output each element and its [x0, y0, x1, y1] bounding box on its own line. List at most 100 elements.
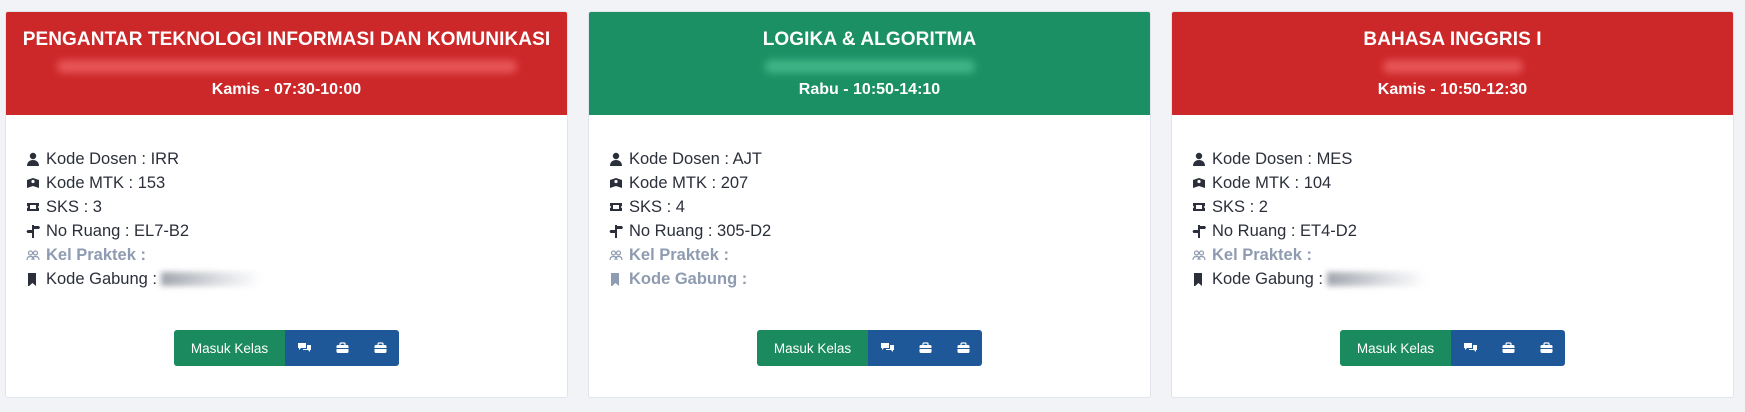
ticket-icon: [1192, 200, 1206, 214]
room: No Ruang : 305-D2: [629, 221, 772, 240]
room-row: No Ruang : 305-D2: [609, 219, 1150, 243]
credits: SKS : 2: [1212, 197, 1268, 216]
briefcase-icon: [1502, 342, 1515, 353]
lecturer-code: Kode Dosen : IRR: [46, 149, 179, 168]
signpost-icon: [609, 224, 623, 238]
users-icon: [26, 248, 40, 262]
course-code-row: Kode MTK : 207: [609, 171, 1150, 195]
attendance-button[interactable]: [1527, 330, 1566, 366]
enter-class-button[interactable]: Masuk Kelas: [173, 330, 286, 366]
course-code: Kode MTK : 207: [629, 173, 749, 192]
users-icon: [1192, 248, 1206, 262]
credits-row: SKS : 2: [1192, 195, 1733, 219]
course-code-row: Kode MTK : 104: [1192, 171, 1733, 195]
discussion-button[interactable]: [1451, 330, 1490, 366]
briefcase-icon: [919, 342, 932, 353]
card-actions: Masuk Kelas: [6, 330, 567, 366]
course-card: LOGIKA & ALGORITMA Rabu - 10:50-14:10 Ko…: [588, 11, 1151, 398]
briefcase-icon: [374, 342, 387, 353]
credits-row: SKS : 4: [609, 195, 1150, 219]
merge-code-row: Kode Gabung :: [26, 267, 567, 291]
merge-code-row: Kode Gabung :: [609, 267, 1150, 291]
bookmark-icon: [609, 272, 623, 286]
signpost-icon: [1192, 224, 1206, 238]
book-icon: [1192, 176, 1206, 190]
assignment-button[interactable]: [323, 330, 362, 366]
practicum-row: Kel Praktek :: [1192, 243, 1733, 267]
assignment-button[interactable]: [1489, 330, 1528, 366]
course-card: BAHASA INGGRIS I Kamis - 10:50-12:30 Kod…: [1171, 11, 1734, 398]
enter-class-button[interactable]: Masuk Kelas: [1339, 330, 1452, 366]
course-card: PENGANTAR TEKNOLOGI INFORMASI DAN KOMUNI…: [5, 11, 568, 398]
practicum-group: Kel Praktek :: [46, 245, 146, 264]
course-schedule: Kamis - 07:30-10:00: [211, 81, 362, 98]
room: No Ruang : EL7-B2: [46, 221, 190, 240]
briefcase-icon: [336, 342, 349, 353]
course-schedule: Kamis - 10:50-12:30: [1377, 81, 1528, 98]
ticket-icon: [26, 200, 40, 214]
course-schedule: Rabu - 10:50-14:10: [798, 81, 941, 98]
user-icon: [1192, 152, 1206, 166]
room-row: No Ruang : ET4-D2: [1192, 219, 1733, 243]
course-title: LOGIKA & ALGORITMA: [762, 29, 977, 50]
credits-row: SKS : 3: [26, 195, 567, 219]
practicum-row: Kel Praktek :: [609, 243, 1150, 267]
card-actions: Masuk Kelas: [1172, 330, 1733, 366]
lecturer-row: Kode Dosen : IRR: [26, 147, 567, 171]
signpost-icon: [26, 224, 40, 238]
button-group: Masuk Kelas: [756, 330, 983, 366]
book-icon: [26, 176, 40, 190]
course-card-header: LOGIKA & ALGORITMA Rabu - 10:50-14:10: [589, 12, 1150, 115]
assignment-button[interactable]: [906, 330, 945, 366]
button-group: Masuk Kelas: [1339, 330, 1566, 366]
redacted-text: [56, 60, 517, 73]
attendance-button[interactable]: [361, 330, 400, 366]
practicum-group: Kel Praktek :: [1212, 245, 1312, 264]
merge-code: Kode Gabung :: [46, 269, 158, 288]
briefcase-icon: [1540, 342, 1553, 353]
course-title: BAHASA INGGRIS I: [1363, 29, 1542, 50]
user-icon: [609, 152, 623, 166]
course-info: Kode Dosen : AJT Kode MTK : 207 SKS : 4 …: [589, 115, 1150, 291]
lecturer-code: Kode Dosen : MES: [1212, 149, 1353, 168]
redacted-text: [1327, 272, 1428, 286]
redacted-text: [764, 60, 975, 73]
bookmark-icon: [26, 272, 40, 286]
comments-icon: [880, 343, 894, 352]
merge-code: Kode Gabung :: [1212, 269, 1324, 288]
redacted-text: [1382, 60, 1523, 73]
briefcase-icon: [957, 342, 970, 353]
comments-icon: [297, 343, 311, 352]
practicum-row: Kel Praktek :: [26, 243, 567, 267]
course-card-row: PENGANTAR TEKNOLOGI INFORMASI DAN KOMUNI…: [0, 0, 1745, 412]
course-code: Kode MTK : 153: [46, 173, 166, 192]
users-icon: [609, 248, 623, 262]
lecturer-code: Kode Dosen : AJT: [629, 149, 762, 168]
practicum-group: Kel Praktek :: [629, 245, 729, 264]
credits: SKS : 3: [46, 197, 102, 216]
lecturer-row: Kode Dosen : AJT: [609, 147, 1150, 171]
comments-icon: [1463, 343, 1477, 352]
attendance-button[interactable]: [944, 330, 983, 366]
user-icon: [26, 152, 40, 166]
discussion-button[interactable]: [868, 330, 907, 366]
bookmark-icon: [1192, 272, 1206, 286]
course-code-row: Kode MTK : 153: [26, 171, 567, 195]
course-code: Kode MTK : 104: [1212, 173, 1332, 192]
credits: SKS : 4: [629, 197, 685, 216]
course-info: Kode Dosen : IRR Kode MTK : 153 SKS : 3 …: [6, 115, 567, 291]
book-icon: [609, 176, 623, 190]
course-info: Kode Dosen : MES Kode MTK : 104 SKS : 2 …: [1172, 115, 1733, 291]
card-actions: Masuk Kelas: [589, 330, 1150, 366]
room-row: No Ruang : EL7-B2: [26, 219, 567, 243]
merge-code-row: Kode Gabung :: [1192, 267, 1733, 291]
enter-class-button[interactable]: Masuk Kelas: [756, 330, 869, 366]
discussion-button[interactable]: [285, 330, 324, 366]
redacted-text: [161, 272, 262, 286]
lecturer-row: Kode Dosen : MES: [1192, 147, 1733, 171]
course-card-header: BAHASA INGGRIS I Kamis - 10:50-12:30: [1172, 12, 1733, 115]
merge-code: Kode Gabung :: [629, 269, 748, 288]
course-title: PENGANTAR TEKNOLOGI INFORMASI DAN KOMUNI…: [22, 29, 551, 50]
button-group: Masuk Kelas: [173, 330, 400, 366]
course-card-header: PENGANTAR TEKNOLOGI INFORMASI DAN KOMUNI…: [6, 12, 567, 115]
